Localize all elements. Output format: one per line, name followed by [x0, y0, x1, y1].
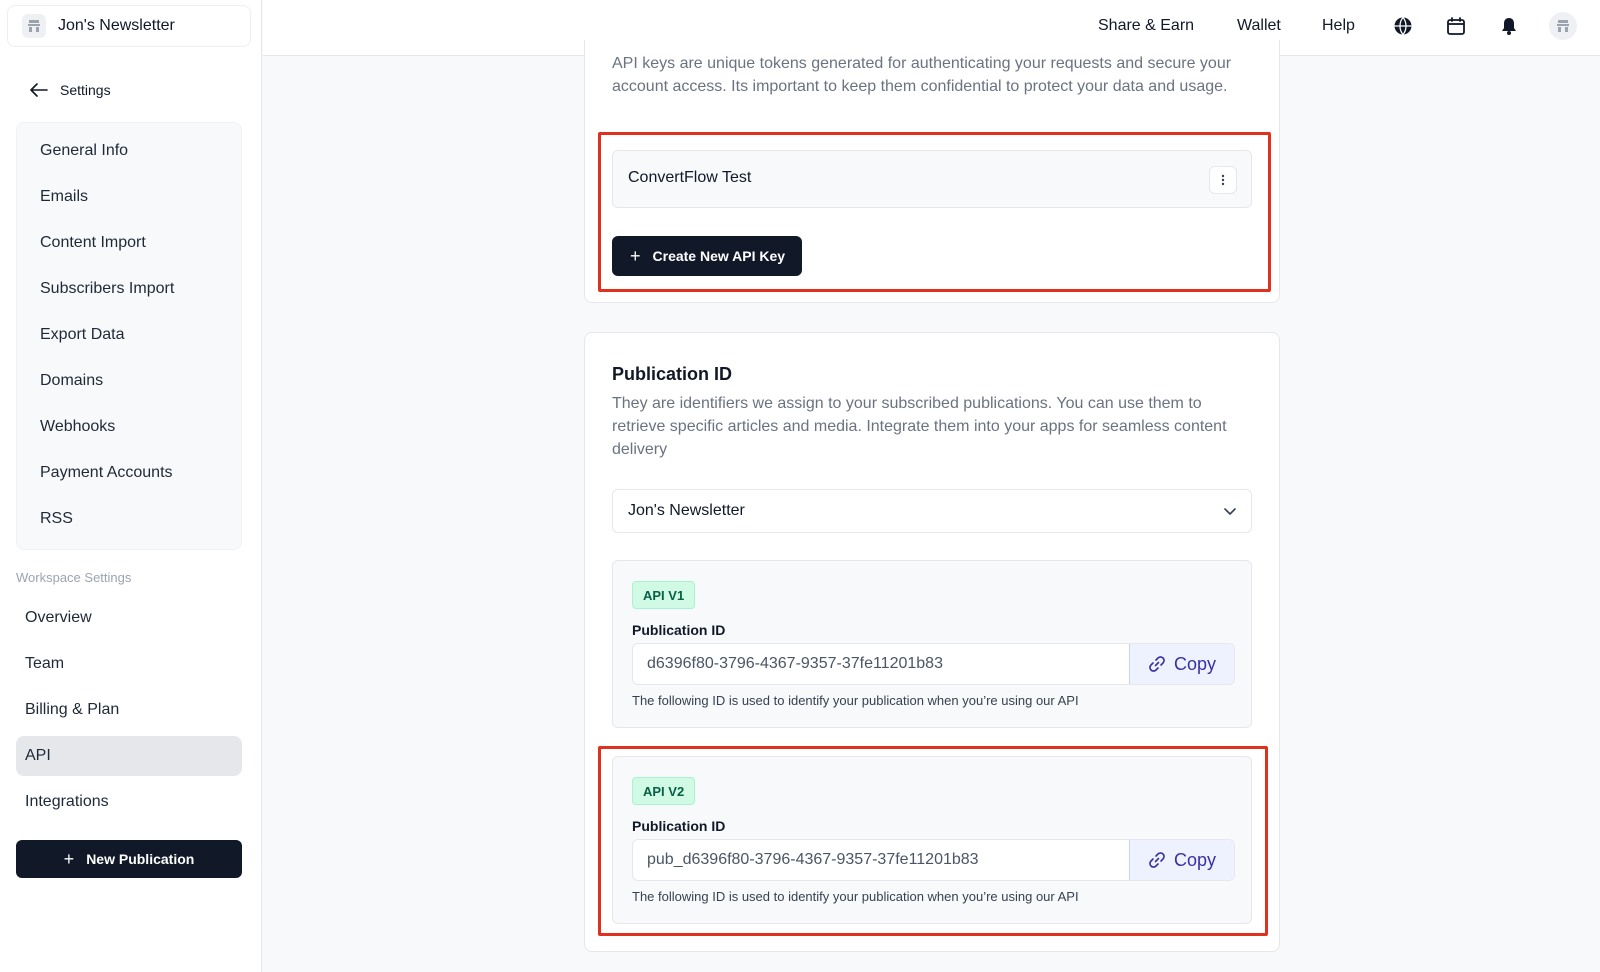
publication-select[interactable]: Jon's Newsletter: [612, 489, 1252, 533]
publication-id-title: Publication ID: [612, 364, 733, 384]
new-publication-button[interactable]: + New Publication: [16, 840, 242, 878]
arrow-left-icon: [30, 83, 48, 97]
api-v1-id-value: d6396f80-3796-4367-9357-37fe11201b83: [647, 655, 943, 672]
api-v1-copy-button[interactable]: Copy: [1129, 644, 1234, 684]
sidebar-item-payment-accounts[interactable]: Payment Accounts: [40, 464, 173, 482]
copy-label: Copy: [1173, 653, 1217, 674]
workspace-settings-label: Workspace Settings: [16, 570, 132, 585]
api-v2-highlight: [598, 746, 1268, 936]
sidebar-item-content-import[interactable]: Content Import: [40, 234, 146, 252]
api-v1-field-label: Publication ID: [632, 622, 726, 638]
api-keys-description: API keys are unique tokens generated for…: [612, 55, 1232, 95]
sidebar-item-api[interactable]: API: [16, 736, 242, 776]
api-v1-id-field[interactable]: d6396f80-3796-4367-9357-37fe11201b83 Cop…: [632, 643, 1235, 685]
globe-icon[interactable]: [1391, 14, 1415, 38]
selected-publication: Jon's Newsletter: [628, 502, 745, 519]
plus-icon: +: [63, 848, 75, 869]
sidebar-item-webhooks[interactable]: Webhooks: [40, 418, 115, 436]
sidebar: Jon's Newsletter Settings General Info E…: [0, 0, 262, 972]
calendar-icon[interactable]: [1444, 14, 1468, 38]
wallet-link[interactable]: Wallet: [1237, 17, 1281, 35]
back-to-settings-link[interactable]: Settings: [30, 82, 111, 98]
publication-settings-menu: General Info Emails Content Import Subsc…: [16, 122, 242, 550]
api-keys-highlight: [598, 132, 1271, 292]
share-earn-link[interactable]: Share & Earn: [1098, 17, 1194, 35]
publication-logo-icon: [22, 14, 46, 38]
help-link[interactable]: Help: [1322, 17, 1355, 35]
sidebar-item-domains[interactable]: Domains: [40, 372, 103, 390]
link-icon: [1149, 656, 1165, 672]
sidebar-item-subscribers-import[interactable]: Subscribers Import: [40, 280, 174, 298]
api-v1-hint: The following ID is used to identify you…: [632, 693, 1079, 708]
sidebar-item-general-info[interactable]: General Info: [40, 142, 128, 160]
sidebar-item-billing-plan[interactable]: Billing & Plan: [16, 690, 242, 730]
bell-icon[interactable]: [1497, 14, 1521, 38]
sidebar-item-emails[interactable]: Emails: [40, 188, 88, 206]
sidebar-item-integrations[interactable]: Integrations: [16, 782, 242, 822]
publication-id-description: They are identifiers we assign to your s…: [612, 395, 1227, 458]
publication-switcher[interactable]: Jon's Newsletter: [7, 5, 251, 47]
new-publication-label: New Publication: [86, 851, 195, 867]
api-v1-box: API V1 Publication ID d6396f80-3796-4367…: [612, 560, 1252, 728]
sidebar-item-rss[interactable]: RSS: [40, 510, 73, 528]
sidebar-item-overview[interactable]: Overview: [16, 598, 242, 638]
avatar[interactable]: [1549, 12, 1577, 40]
back-label: Settings: [60, 82, 111, 98]
chevron-down-icon: [1224, 508, 1236, 515]
sidebar-item-team[interactable]: Team: [16, 644, 242, 684]
publication-name: Jon's Newsletter: [58, 17, 175, 34]
sidebar-item-export-data[interactable]: Export Data: [40, 326, 124, 344]
api-v1-badge: API V1: [632, 581, 696, 609]
